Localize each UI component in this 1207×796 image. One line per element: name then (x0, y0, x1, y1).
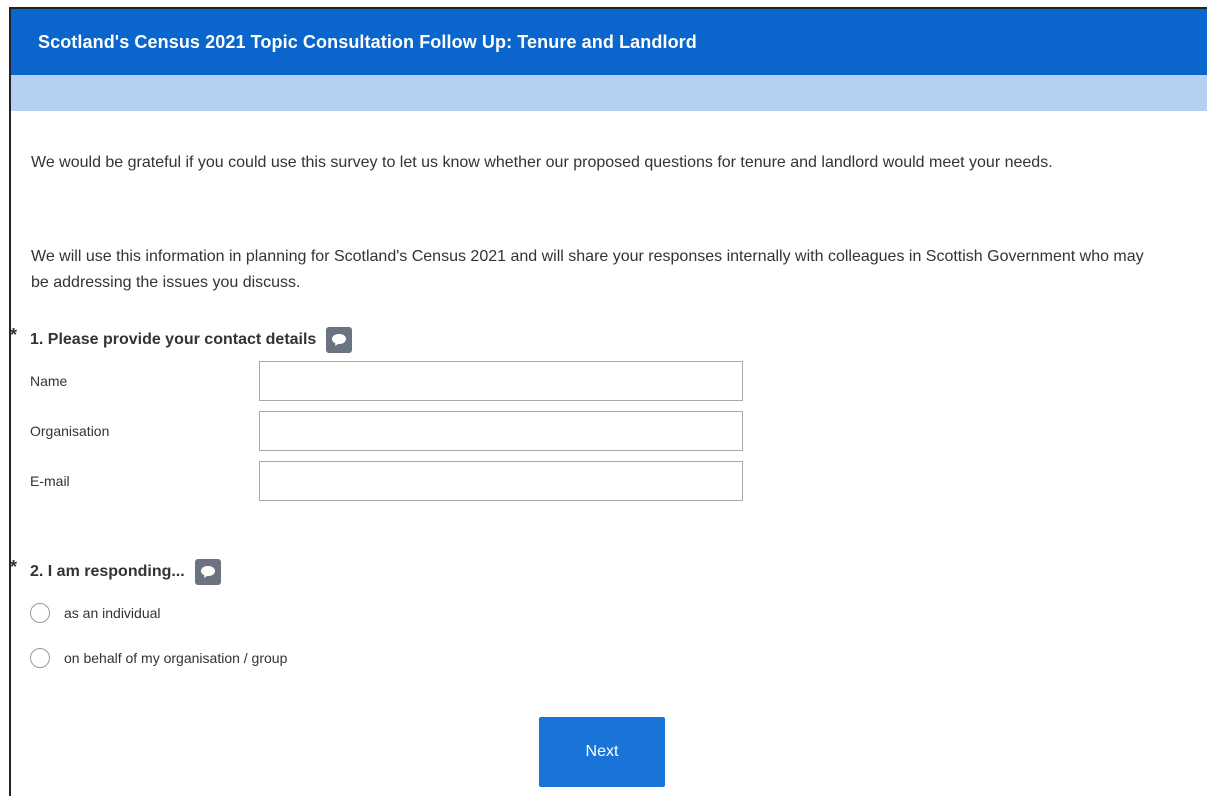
email-input[interactable] (259, 461, 743, 501)
required-marker: * (10, 556, 18, 577)
radio-button[interactable] (30, 648, 50, 668)
intro-paragraph-2: We will use this information in planning… (31, 248, 1144, 291)
radio-button[interactable] (30, 603, 50, 623)
radio-label: as an individual (64, 605, 161, 621)
radio-option-individual[interactable]: as an individual (30, 603, 161, 623)
comment-icon[interactable] (326, 327, 353, 353)
survey-header: Scotland's Census 2021 Topic Consultatio… (11, 9, 1207, 75)
survey-page: Scotland's Census 2021 Topic Consultatio… (9, 7, 1207, 796)
progress-band (11, 75, 1207, 111)
question-responding-as: * 2. I am responding... (10, 557, 221, 587)
name-label: Name (30, 373, 68, 389)
question-1-title: 1. Please provide your contact details (30, 331, 317, 348)
question-contact-details: * 1. Please provide your contact details (10, 324, 353, 355)
required-marker: * (10, 324, 18, 345)
question-2-title: 2. I am responding... (30, 563, 185, 580)
comment-icon[interactable] (194, 559, 221, 585)
name-input[interactable] (259, 361, 743, 401)
email-field-row: E-mail (30, 461, 743, 501)
email-label: E-mail (30, 473, 70, 489)
radio-label: on behalf of my organisation / group (64, 650, 288, 666)
organisation-label: Organisation (30, 423, 110, 439)
next-button[interactable]: Next (539, 717, 665, 787)
survey-title: Scotland's Census 2021 Topic Consultatio… (38, 31, 697, 52)
radio-option-organisation[interactable]: on behalf of my organisation / group (30, 648, 287, 668)
intro-paragraph-1: We would be grateful if you could use th… (31, 154, 1053, 171)
organisation-input[interactable] (259, 411, 743, 451)
name-field-row: Name (30, 361, 743, 401)
organisation-field-row: Organisation (30, 411, 743, 451)
